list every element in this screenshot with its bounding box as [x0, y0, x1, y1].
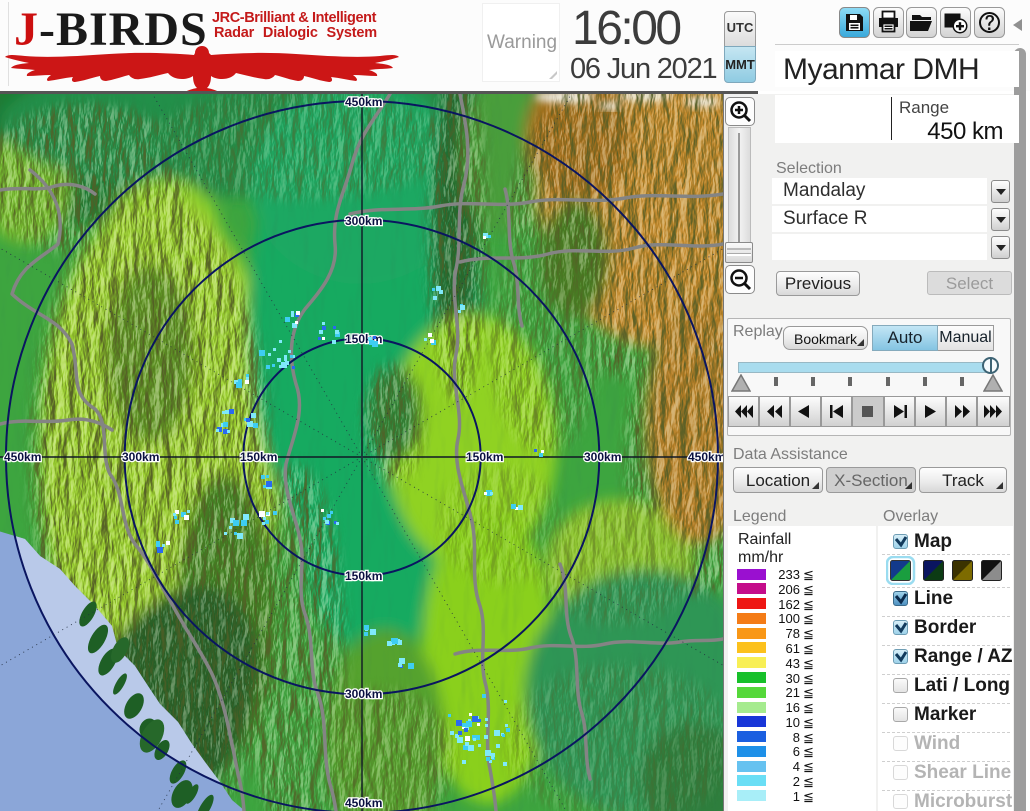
svg-text:300km: 300km [122, 450, 159, 464]
svg-text:300km: 300km [584, 450, 621, 464]
svg-text:300km: 300km [345, 687, 382, 701]
svg-text:300km: 300km [345, 214, 382, 228]
svg-text:450km: 450km [345, 95, 382, 109]
svg-text:150km: 150km [240, 450, 277, 464]
svg-text:150km: 150km [466, 450, 503, 464]
svg-text:150km: 150km [345, 569, 382, 583]
svg-text:450km: 450km [688, 450, 723, 464]
svg-text:450km: 450km [345, 796, 382, 810]
svg-text:450km: 450km [4, 450, 41, 464]
